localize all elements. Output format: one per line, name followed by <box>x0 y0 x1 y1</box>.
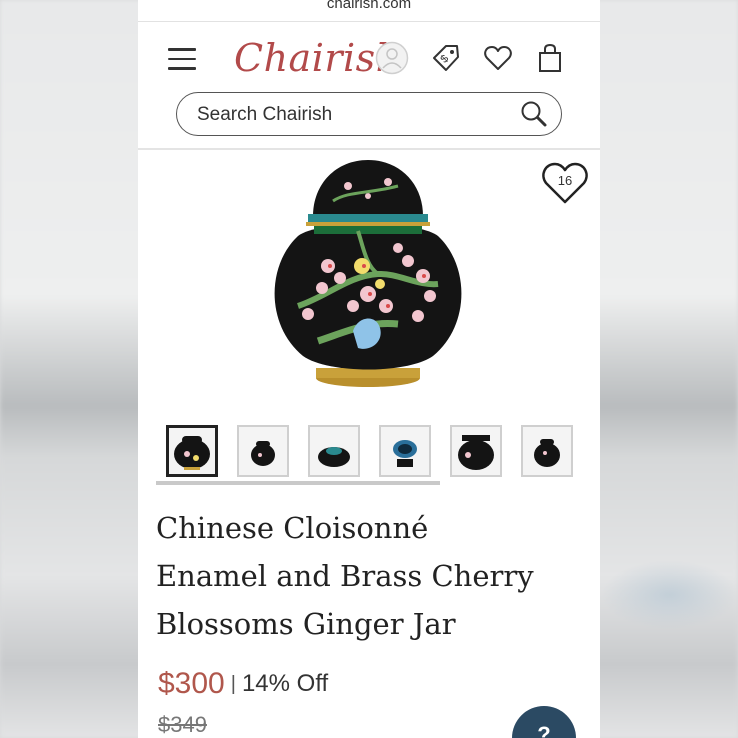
browser-url-bar[interactable]: chairish.com <box>138 0 600 22</box>
thumbnail-scrollbar[interactable] <box>156 481 440 485</box>
thumbnail-3[interactable] <box>308 425 360 477</box>
original-price: $349 <box>158 712 207 737</box>
help-chat-button[interactable]: ? <box>512 706 576 738</box>
url-text: chairish.com <box>326 0 412 12</box>
thumbnail-6[interactable] <box>521 425 573 477</box>
price-row: $300 | 14% Off <box>158 667 328 701</box>
favorite-button[interactable]: 16 <box>540 158 590 206</box>
heart-icon[interactable] <box>482 42 514 74</box>
avatar-icon[interactable] <box>375 41 409 75</box>
site-header: Chairish $ Search Chairish <box>138 22 600 150</box>
sale-price: $300 <box>158 667 225 700</box>
discount-label: 14% Off <box>241 670 329 697</box>
blurred-background-highlight <box>601 560 738 630</box>
thumbnail-strip <box>166 425 576 477</box>
phone-screen: chairish.com Chairish $ Search Chairish … <box>138 0 600 738</box>
product-title-line: Blossoms Ginger Jar <box>156 607 456 641</box>
search-placeholder: Search Chairish <box>197 104 333 125</box>
product-title: Chinese Cloisonné Enamel and Brass Cherr… <box>156 504 586 648</box>
thumbnail-1[interactable] <box>166 425 218 477</box>
price-separator: | <box>230 673 236 695</box>
search-icon[interactable] <box>519 99 549 129</box>
product-image-ginger-jar[interactable] <box>258 156 478 390</box>
thumbnail-2[interactable] <box>237 425 289 477</box>
price-tag-icon[interactable]: $ <box>430 42 462 74</box>
favorites-count: 16 <box>557 173 573 188</box>
thumbnail-5[interactable] <box>450 425 502 477</box>
thumbnail-4[interactable] <box>379 425 431 477</box>
product-title-line: Enamel and Brass Cherry <box>156 559 534 593</box>
product-title-line: Chinese Cloisonné <box>156 511 429 545</box>
menu-icon[interactable] <box>168 48 196 70</box>
question-mark-icon: ? <box>537 722 551 738</box>
search-input[interactable]: Search Chairish <box>176 92 562 136</box>
shopping-bag-icon[interactable] <box>534 42 566 74</box>
